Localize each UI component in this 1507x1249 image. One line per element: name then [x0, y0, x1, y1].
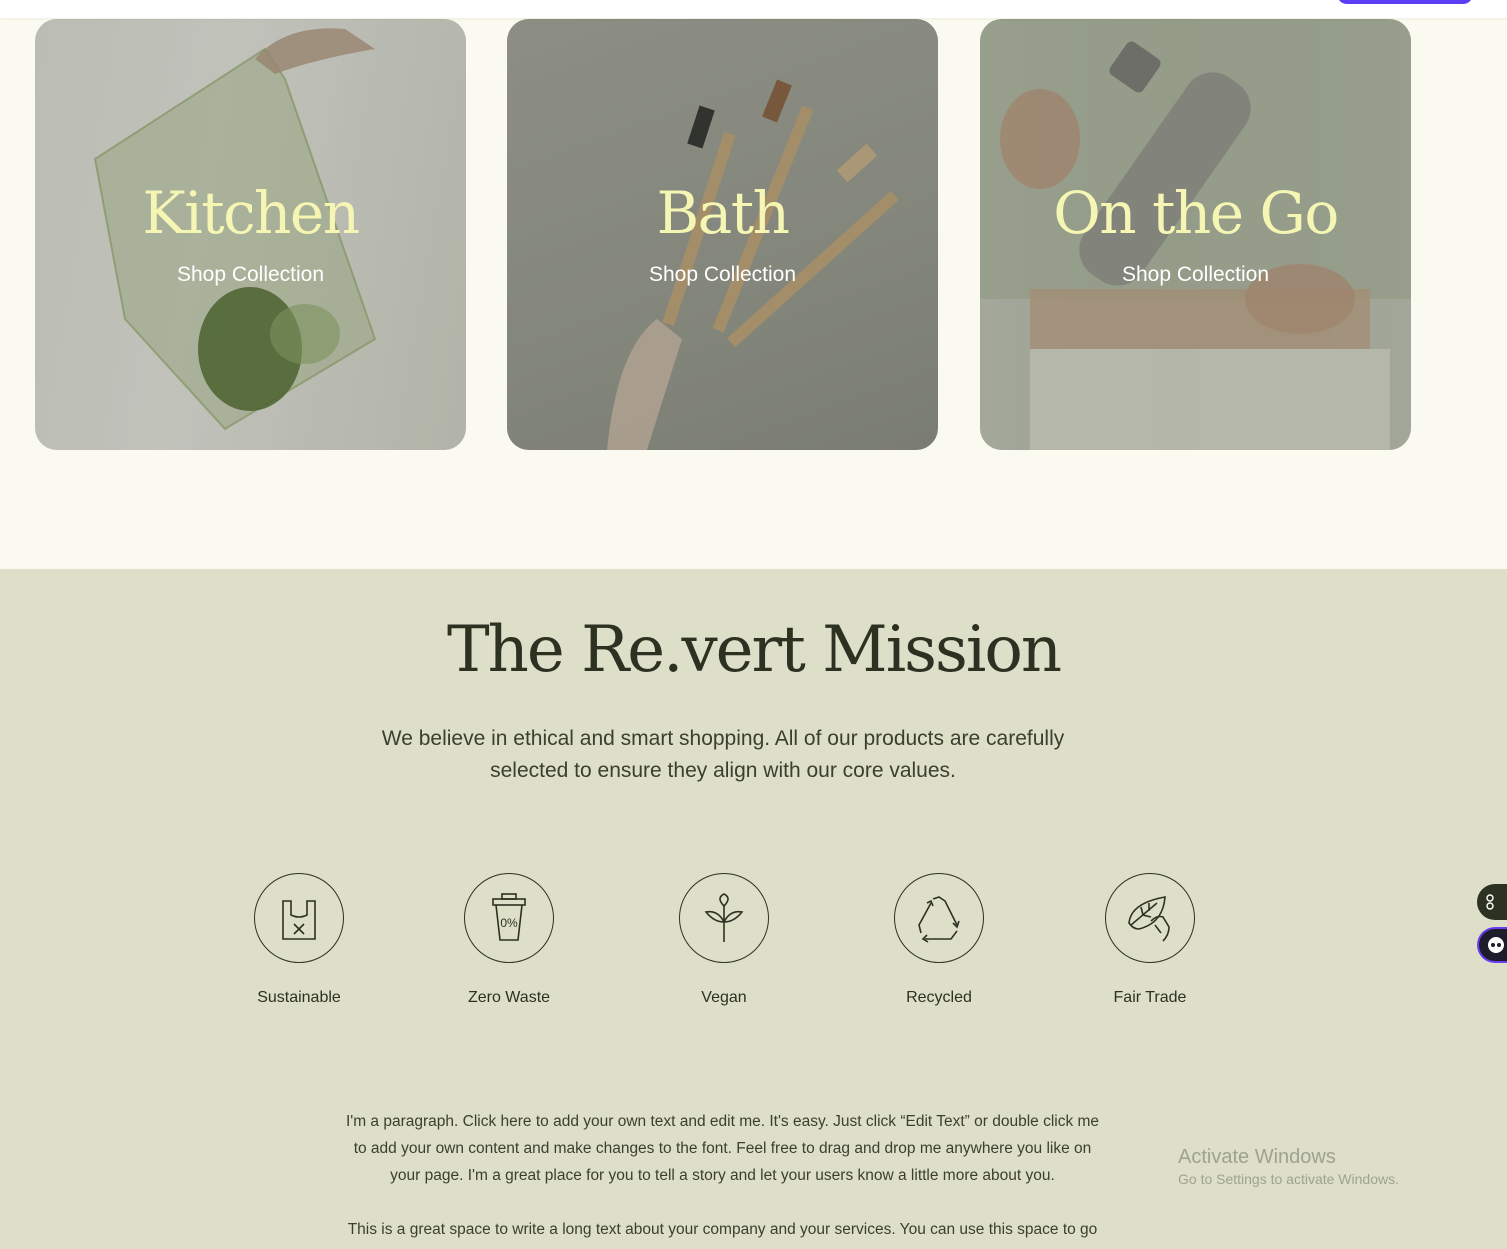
chatbot-icon: [1488, 937, 1504, 953]
collections-section: Kitchen Shop Collection Bath Shop Collec…: [0, 18, 1507, 569]
value-zero-waste: 0% Zero Waste: [439, 873, 579, 1007]
widget-icon: [1486, 894, 1494, 910]
zero-percent-text: 0%: [500, 916, 518, 930]
value-label: Vegan: [701, 989, 747, 1006]
mission-intro: We believe in ethical and smart shopping…: [381, 727, 1065, 782]
chatbot-widget-button[interactable]: [1477, 927, 1507, 963]
bath-collection-card[interactable]: Bath Shop Collection: [507, 19, 938, 450]
mission-paragraph-2: This is a great space to write a long te…: [347, 1221, 1098, 1238]
watermark-line-1: Activate Windows: [1178, 1146, 1336, 1168]
bath-title: Bath: [656, 179, 790, 247]
value-label: Zero Waste: [467, 989, 551, 1006]
mission-title: The Re.vert Mission: [446, 613, 1062, 687]
value-label: Sustainable: [257, 989, 341, 1006]
accessibility-widget-button[interactable]: [1477, 884, 1507, 920]
header-cta-button[interactable]: [1337, 0, 1473, 4]
kitchen-collection-card[interactable]: Kitchen Shop Collection: [35, 19, 466, 450]
on-the-go-shop-link[interactable]: Shop Collection: [980, 263, 1411, 287]
bath-shop-link[interactable]: Shop Collection: [507, 263, 938, 287]
recycle-icon: [894, 873, 984, 963]
value-recycled: Recycled: [869, 873, 1009, 1007]
kitchen-title: Kitchen: [142, 179, 360, 247]
shopping-bag-icon: [254, 873, 344, 963]
kitchen-shop-link[interactable]: Shop Collection: [35, 263, 466, 287]
value-label: Recycled: [906, 989, 972, 1006]
watermark-line-2: Go to Settings to activate Windows.: [1178, 1171, 1399, 1187]
on-the-go-title: On the Go: [1053, 179, 1339, 247]
value-fair-trade: Fair Trade: [1080, 873, 1220, 1007]
value-vegan: Vegan: [654, 873, 794, 1007]
cup-zero-percent-icon: 0%: [464, 873, 554, 963]
site-header: [0, 0, 1507, 18]
value-label: Fair Trade: [1113, 989, 1187, 1006]
windows-activation-watermark: Activate Windows Go to Settings to activ…: [1178, 1146, 1399, 1187]
value-sustainable: Sustainable: [229, 873, 369, 1007]
on-the-go-collection-card[interactable]: On the Go Shop Collection: [980, 19, 1411, 450]
sprout-icon: [679, 873, 769, 963]
mission-paragraph-1: I'm a paragraph. Click here to add your …: [345, 1113, 1100, 1184]
hand-leaf-icon: [1105, 873, 1195, 963]
